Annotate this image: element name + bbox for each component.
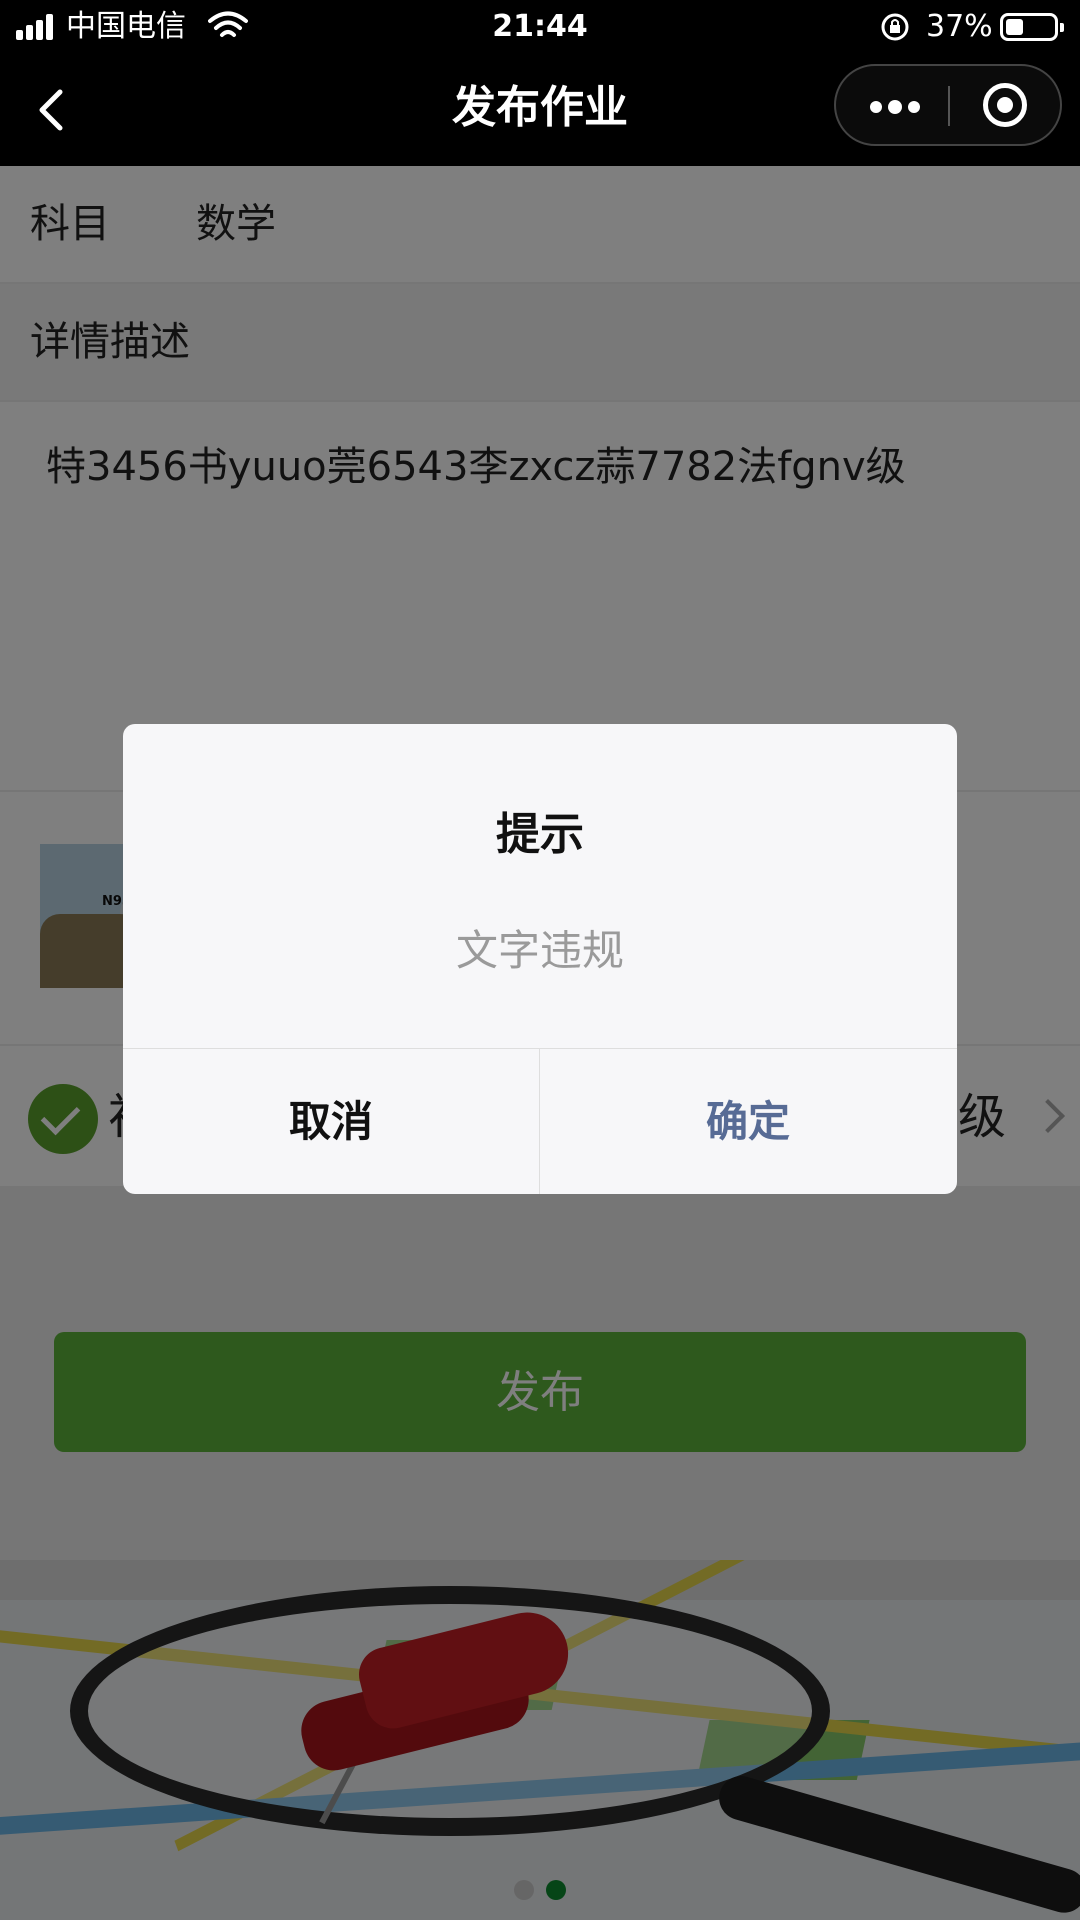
battery-percent: 37% <box>926 9 993 44</box>
status-bar: 中国电信 21:44 37% <box>0 0 1080 54</box>
mini-program-capsule <box>834 64 1062 146</box>
confirm-button[interactable]: 确定 <box>540 1049 956 1194</box>
alert-dialog: 提示 文字违规 取消 确定 <box>123 724 957 1194</box>
rotation-lock-icon <box>881 13 909 41</box>
cancel-button[interactable]: 取消 <box>123 1049 539 1194</box>
more-icon[interactable] <box>836 66 948 144</box>
battery-icon <box>1000 13 1064 41</box>
battery-fill <box>1006 19 1023 35</box>
dialog-message: 文字违规 <box>455 926 624 975</box>
status-time: 21:44 <box>492 9 588 44</box>
nav-bar: 发布作业 <box>0 54 1080 166</box>
close-capsule-icon[interactable] <box>950 66 1060 144</box>
top-bar: 中国电信 21:44 37% 发布作业 <box>0 0 1080 166</box>
dialog-title: 提示 <box>496 809 584 860</box>
